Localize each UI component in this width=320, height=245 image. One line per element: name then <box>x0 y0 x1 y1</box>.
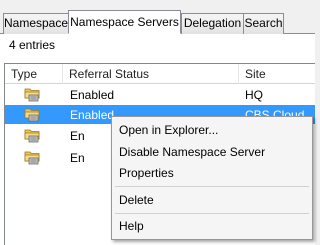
entries-count: 4 entries <box>9 38 56 52</box>
site-cell: HQ <box>245 88 263 102</box>
list-header: Type Referral Status Site <box>5 64 315 84</box>
tab-search[interactable]: Search <box>243 13 284 34</box>
context-menu: Open in Explorer... Disable Namespace Se… <box>111 116 313 240</box>
tab-strip: Namespace Namespace Servers Delegation S… <box>0 0 315 34</box>
referral-status-cell: Enabled <box>70 108 115 122</box>
menu-separator <box>115 213 309 214</box>
referral-status-cell: En <box>70 151 85 165</box>
column-header-referral-status[interactable]: Referral Status <box>63 64 239 84</box>
menu-item-help[interactable]: Help <box>112 216 312 236</box>
folder-server-icon <box>24 106 42 122</box>
menu-separator <box>115 186 309 187</box>
menu-item-open-in-explorer[interactable]: Open in Explorer... <box>112 120 312 140</box>
menu-item-properties[interactable]: Properties <box>112 163 312 183</box>
folder-server-icon <box>24 86 42 102</box>
tab-delegation[interactable]: Delegation <box>181 13 244 34</box>
referral-status-cell: Enabled <box>70 88 115 102</box>
menu-item-disable-namespace-server[interactable]: Disable Namespace Server <box>112 142 312 162</box>
referral-status-cell: En <box>70 129 85 143</box>
column-header-type[interactable]: Type <box>5 64 63 84</box>
tab-namespace-servers[interactable]: Namespace Servers <box>68 10 181 34</box>
folder-server-icon <box>24 127 42 143</box>
folder-server-icon <box>24 149 42 165</box>
tab-namespace[interactable]: Namespace <box>3 13 69 34</box>
menu-item-delete[interactable]: Delete <box>112 190 312 210</box>
table-row[interactable]: Enabled HQ <box>5 85 315 104</box>
column-header-site[interactable]: Site <box>239 64 315 84</box>
